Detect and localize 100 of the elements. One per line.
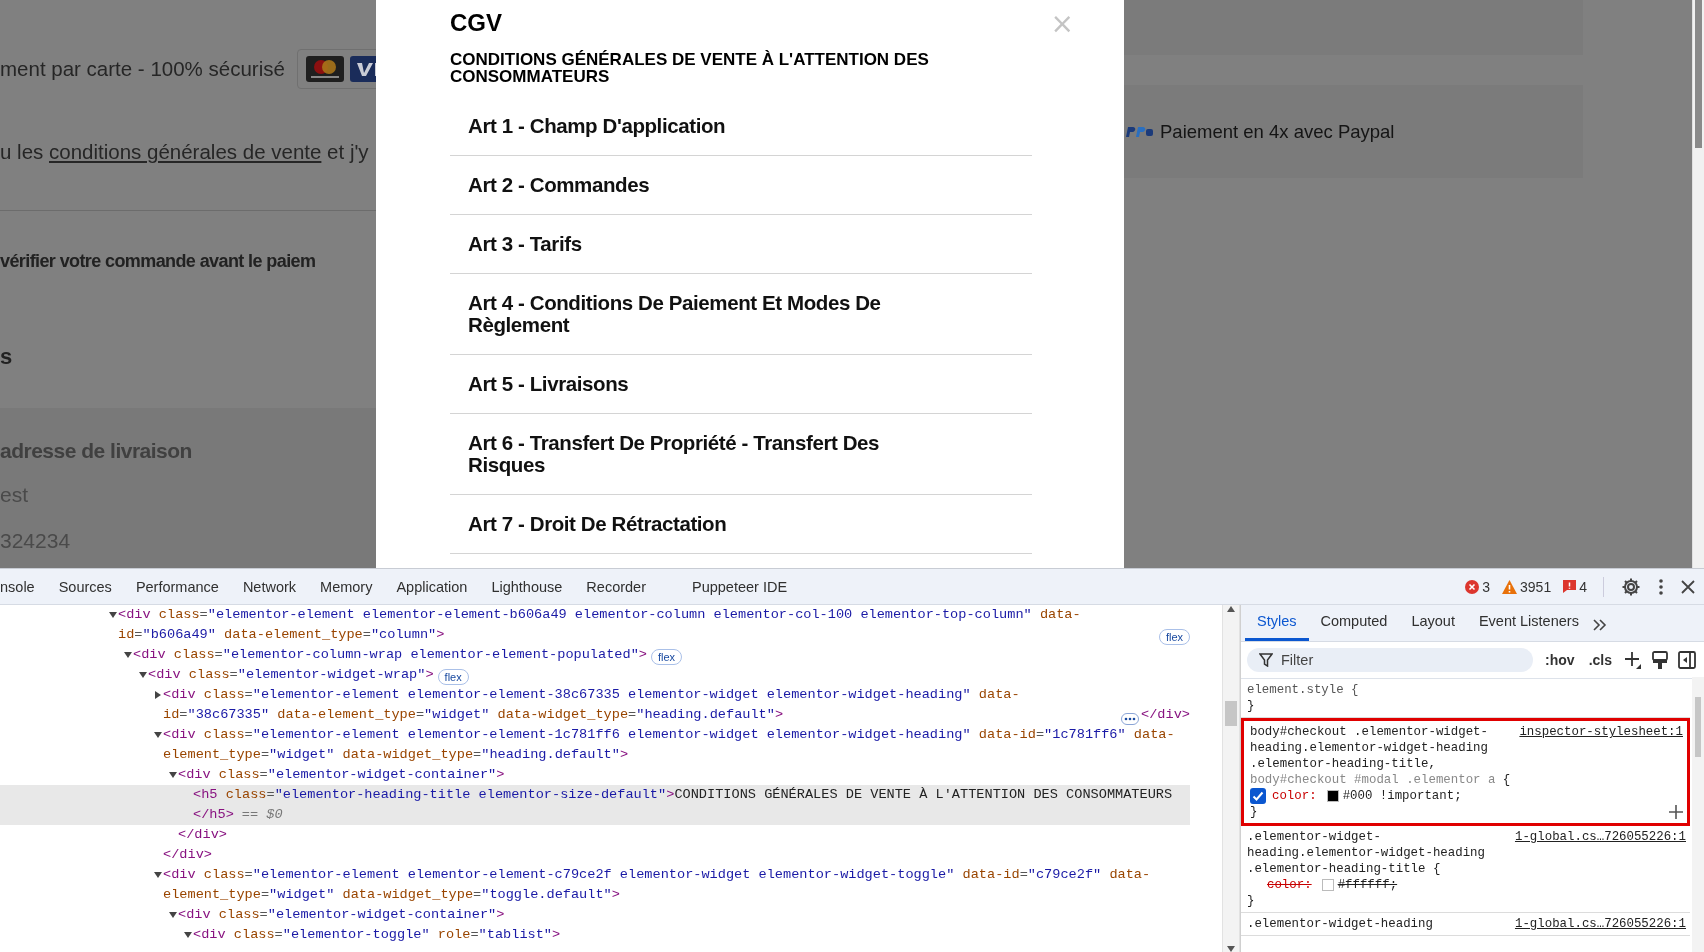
collapse-arrow-icon[interactable] xyxy=(168,770,178,780)
scrollbar[interactable] xyxy=(1692,0,1704,568)
article-title: Art 7 - Droit De Rétractation xyxy=(468,513,728,535)
tree-row[interactable]: <div class="elementor-widget-container"> xyxy=(0,905,1190,925)
tree-row[interactable]: <div class="elementor-toggle" role="tablist"> xyxy=(0,925,1190,945)
flex-badge[interactable]: flex xyxy=(437,669,469,685)
terms-sentence: u les conditions générales de vente et j'y xyxy=(0,139,370,165)
css-selector: element.style { xyxy=(1247,682,1360,698)
section-heading: s xyxy=(0,344,14,370)
add-rule-icon[interactable] xyxy=(1624,651,1642,669)
terms-link[interactable]: conditions générales de vente xyxy=(49,140,322,163)
accordion-item[interactable]: Art 4 - Conditions De Paiement Et Modes De Règlement xyxy=(450,274,1032,355)
add-icon[interactable] xyxy=(1669,805,1683,819)
flex-badge[interactable]: flex xyxy=(651,649,683,665)
scrollbar[interactable] xyxy=(1222,605,1240,952)
tree-row[interactable]: <div class="elementor-element elementor-element-38c67335 elementor-widget elementor-widget-heading" data-id="38c67335" data-element_type="widget" data-widget_type="heading.default"> </div> xyxy=(0,685,1190,725)
scrollbar[interactable] xyxy=(1692,677,1704,952)
source-link[interactable]: 1-global.cs…726055226:1 xyxy=(1514,829,1686,845)
pane-tab[interactable]: Computed xyxy=(1308,613,1400,641)
panel-tab[interactable]: Sources xyxy=(46,578,124,595)
flex-badge[interactable]: flex xyxy=(1158,629,1190,645)
accordion-item[interactable]: Art 1 - Champ D'application xyxy=(450,97,1032,156)
section-heading: adresse de livraison xyxy=(0,439,193,463)
collapse-arrow-icon[interactable] xyxy=(168,910,178,920)
double-chevron-icon[interactable] xyxy=(1592,619,1607,631)
warning-count[interactable]: 3951 xyxy=(1520,578,1552,595)
panel-tab[interactable]: Puppeteer IDE xyxy=(680,578,800,595)
css-brace: } xyxy=(1250,804,1258,820)
paint-brush-icon[interactable] xyxy=(1652,651,1668,669)
article-title: Art 2 - Commandes xyxy=(468,174,651,196)
color-swatch[interactable] xyxy=(1321,879,1334,891)
tree-row[interactable]: <div class="elementor-widget-wrap"> flex xyxy=(0,665,1190,685)
tree-row[interactable]: <div class="elementor-column-wrap elementor-element-populated"> flex xyxy=(0,645,1190,665)
paypal-note: Paiement en 4x avec Paypal xyxy=(1160,120,1395,143)
article-title: Art 4 - Conditions De Paiement Et Modes De Règlement xyxy=(468,292,882,336)
code-line: </h5> xyxy=(193,806,234,824)
panel-tab[interactable]: Application xyxy=(384,578,480,595)
pane-tab[interactable]: Event Listeners xyxy=(1466,613,1591,641)
pane-tab[interactable]: Layout xyxy=(1399,613,1467,641)
code-line: <div class="elementor-element elementor-element-38c67335 elementor-widget elementor-widget-heading" data-id="38c67335" data-element_type="widget" data-widget_type="heading.default"> xyxy=(163,686,1021,724)
article-title: Art 3 - Tarifs xyxy=(468,233,583,255)
scrollbar-thumb[interactable] xyxy=(1695,697,1701,757)
settings-icon[interactable] xyxy=(1621,576,1641,597)
error-icon xyxy=(1465,579,1480,594)
panel-tab[interactable]: Recorder xyxy=(574,578,658,595)
payment-note: ment par carte - 100% sécurisé xyxy=(0,57,285,81)
css-value: #000 !important; xyxy=(1342,788,1462,804)
article-title: Art 6 - Transfert De Propriété - Transfert Des Risques xyxy=(468,432,881,476)
accordion-item[interactable]: Art 6 - Transfert De Propriété - Transfert Des Risques xyxy=(450,414,1032,495)
code-line: <div class="elementor-element elementor-element-b606a49 elementor-column elementor-col-100 elementor-top-column" data-id="b606a49" data-element_type="column"> xyxy=(118,606,1082,644)
panel-tab[interactable]: Network xyxy=(230,578,309,595)
card-icon xyxy=(305,56,344,82)
warning-icon xyxy=(1502,579,1518,594)
scrollbar-thumb[interactable] xyxy=(1225,701,1237,726)
panel-tab[interactable]: Lighthouse xyxy=(479,578,575,595)
source-link[interactable]: inspector-stylesheet:1 xyxy=(1519,724,1683,740)
code-line: <h5 class="elementor-heading-title elementor-size-default">CONDITIONS GÉNÉRALES DE VENTE À L'ATTENTION DES CONSOMMATEURS xyxy=(193,786,1173,804)
toggle-button[interactable]: :hov xyxy=(1543,652,1577,668)
panel-tab[interactable]: nsole xyxy=(0,578,47,595)
expand-arrow-icon[interactable] xyxy=(153,690,163,700)
collapse-arrow-icon[interactable] xyxy=(153,870,163,880)
collapse-arrow-icon[interactable] xyxy=(123,650,133,660)
error-count[interactable]: 3 xyxy=(1482,578,1491,595)
source-link[interactable]: 1-global.cs…726055226:1 xyxy=(1514,916,1686,932)
code-line: </div> xyxy=(1141,706,1190,724)
panel-tab[interactable]: Performance xyxy=(123,578,231,595)
css-value: #ffffff; xyxy=(1337,877,1398,893)
checkbox-checked-icon[interactable] xyxy=(1250,788,1266,804)
pane-tab[interactable]: Styles xyxy=(1245,613,1309,641)
filter-field[interactable]: Filter xyxy=(1247,648,1534,672)
toggle-button[interactable]: .cls xyxy=(1586,652,1614,668)
tree-row[interactable]: <div class="elementor-element elementor-element-c79ce2f elementor-widget elementor-widget-toggle" data-id="c79ce2f" data-element_type="widget" data-widget_type="toggle.default"> xyxy=(0,865,1190,905)
section-heading: vérifier votre commande avant le paiem xyxy=(0,251,317,272)
color-swatch[interactable] xyxy=(1326,790,1339,802)
tree-row[interactable]: <div class="elementor-element elementor-element-1c781ff6 elementor-widget elementor-widget-heading" data-id="1c781ff6" data-element_type="widget" data-widget_type="heading.default"> xyxy=(0,725,1190,765)
code-line: <div class="elementor-column-wrap elementor-element-populated"> xyxy=(133,646,647,664)
accordion-item[interactable]: Art 2 - Commandes xyxy=(450,156,1032,215)
panel-tab[interactable]: Memory xyxy=(308,578,385,595)
collapse-arrow-icon[interactable] xyxy=(153,730,163,740)
collapse-arrow-icon[interactable] xyxy=(138,670,148,680)
payment-logo-icon xyxy=(1124,125,1154,138)
css-property: color: xyxy=(1267,877,1312,893)
issue-count[interactable]: 4 xyxy=(1579,578,1587,595)
flag-icon xyxy=(1563,580,1577,593)
sidebar-toggle-icon[interactable] xyxy=(1678,651,1696,669)
css-selector: .elementor-widget-heading.elementor-widget-heading .elementor-heading-title { xyxy=(1247,829,1486,877)
accordion-item[interactable]: Art 7 - Droit De Rétractation xyxy=(450,495,1032,554)
collapse-arrow-icon[interactable] xyxy=(183,930,193,940)
scroll-down-icon[interactable] xyxy=(1226,945,1236,952)
accordion-item[interactable]: Art 5 - Livraisons xyxy=(450,355,1032,414)
code-line: <div class="elementor-element elementor-element-1c781ff6 elementor-widget elementor-widget-heading" data-id="1c781ff6" data-element_type="widget" data-widget_type="heading.default"> xyxy=(163,726,1176,764)
modal-title: CGV xyxy=(450,9,503,37)
tree-row[interactable]: <h5 class="elementor-heading-title elementor-size-default">CONDITIONS GÉNÉRALES DE VENTE À L'ATTENTION DES CONSOMMATEURS xyxy=(0,785,1190,805)
close-icon[interactable] xyxy=(1681,579,1695,594)
more-icon[interactable] xyxy=(1659,578,1663,595)
scrollbar-thumb[interactable] xyxy=(1695,0,1702,148)
collapse-arrow-icon[interactable] xyxy=(108,610,118,620)
tree-row[interactable]: <div class="elementor-widget-container"> xyxy=(0,765,1190,785)
ellipsis-icon[interactable] xyxy=(1121,713,1140,725)
accordion-item[interactable]: Art 3 - Tarifs xyxy=(450,215,1032,274)
